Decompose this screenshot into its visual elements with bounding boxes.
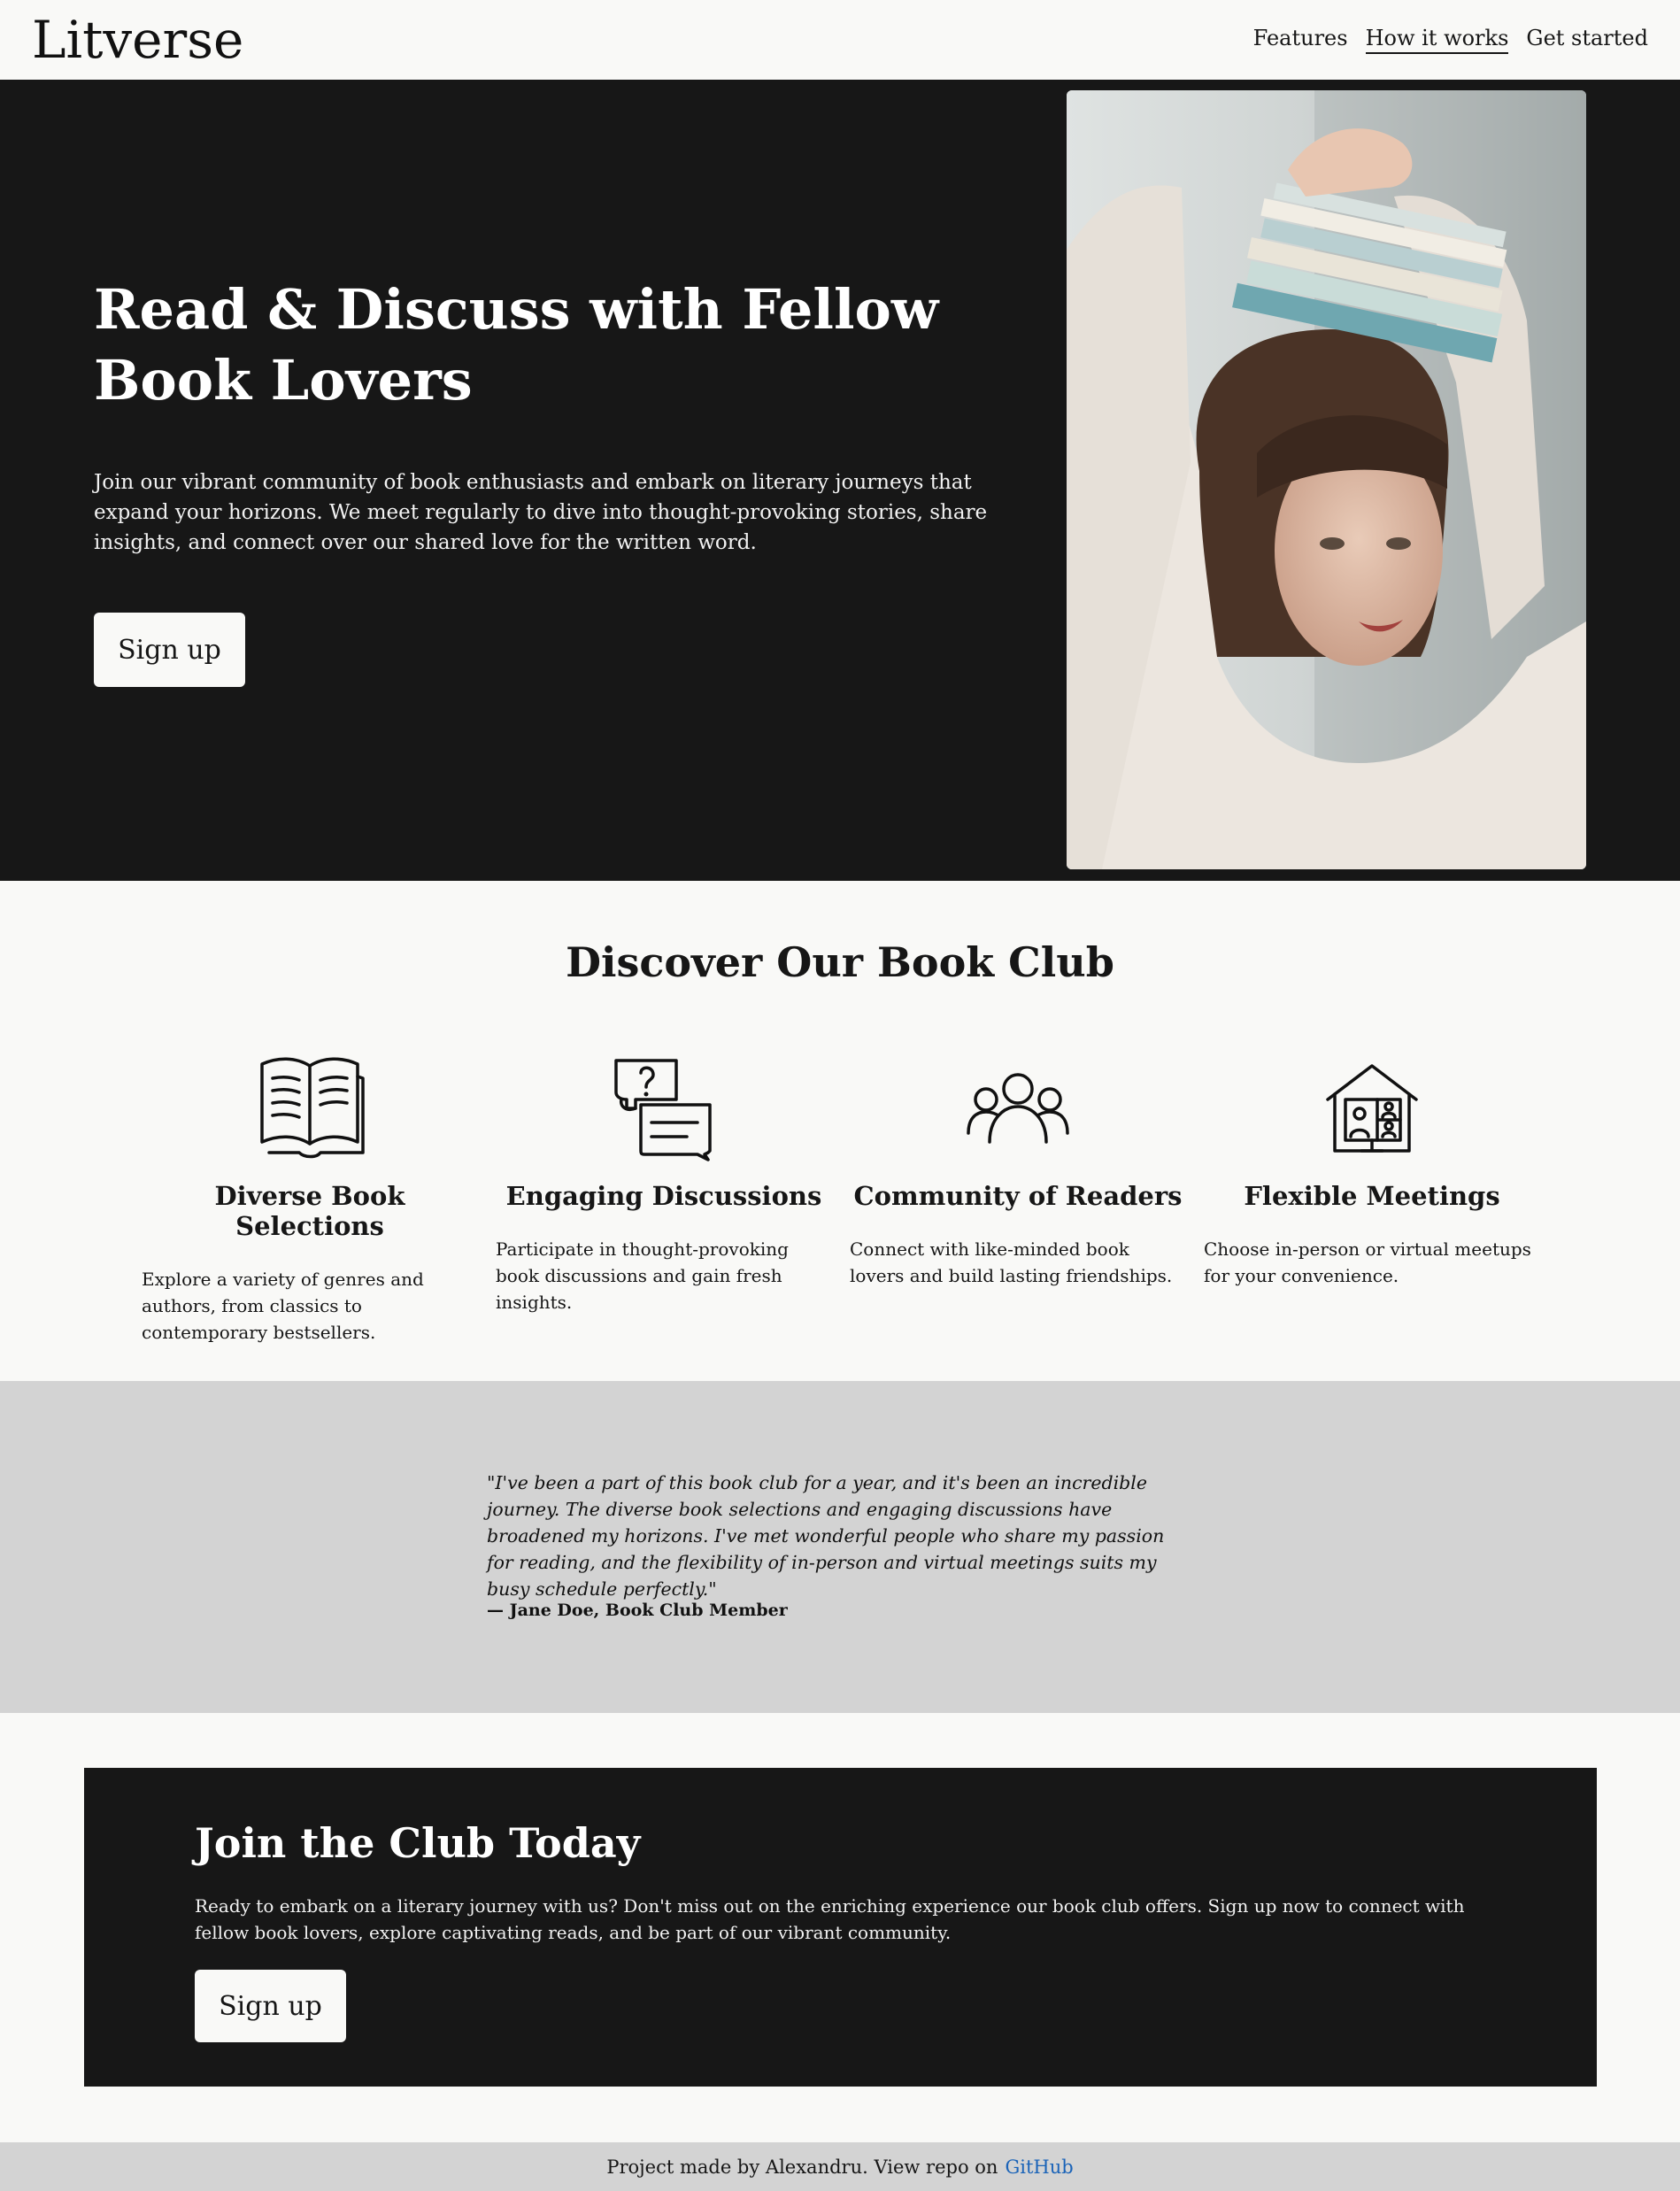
hero-photo [1067, 90, 1586, 869]
footer: Project made by Alexandru. View repo on … [0, 2142, 1680, 2191]
join-club-section: Join the Club Today Ready to embark on a… [84, 1768, 1597, 2087]
feature-text: Explore a variety of genres and authors,… [142, 1269, 424, 1343]
feature-text: Choose in-person or virtual meetups for … [1204, 1238, 1531, 1286]
feature-title: Engaging Discussions [505, 1181, 822, 1211]
feature-community: Community of Readers Connect with like-m… [850, 1053, 1186, 1289]
feature-text: Participate in thought-provoking book di… [496, 1238, 789, 1313]
hero-signup-button[interactable]: Sign up [94, 613, 245, 687]
testimonial-quote: "I've been a part of this book club for … [487, 1472, 1165, 1600]
people-group-icon [967, 1073, 1069, 1144]
features-title: Discover Our Book Club [566, 938, 1114, 986]
woman-balancing-books-photo [1067, 90, 1586, 869]
feature-title: Community of Readers [853, 1181, 1183, 1211]
feature-diverse-books: Diverse Book Selections Explore a variet… [142, 1053, 478, 1346]
feature-title: Diverse Book Selections [214, 1181, 405, 1241]
nav-link-features[interactable]: Features [1253, 26, 1348, 54]
hero-description: Join our vibrant community of book enthu… [94, 471, 988, 554]
testimonial-section: "I've been a part of this book club for … [0, 1381, 1680, 1713]
cta-description: Ready to embark on a literary journey wi… [195, 1895, 1465, 1943]
hero-title: Read & Discuss with Fellow Book Lovers [94, 277, 939, 413]
home-video-call-icon [1326, 1064, 1418, 1153]
feature-title: Flexible Meetings [1244, 1181, 1500, 1211]
top-navbar: Litverse Features How it works Get start… [0, 0, 1680, 80]
cta-title: Join the Club Today [195, 1819, 641, 1867]
cta-signup-button[interactable]: Sign up [195, 1970, 346, 2042]
chat-question-icon [614, 1059, 712, 1161]
feature-flexible-meetings: Flexible Meetings Choose in-person or vi… [1204, 1053, 1540, 1289]
footer-text: Project made by Alexandru. View repo on [606, 2156, 998, 2178]
github-link[interactable]: GitHub [1005, 2156, 1073, 2178]
feature-engaging-discussions: Engaging Discussions Participate in thou… [496, 1053, 832, 1315]
testimonial-author: — Jane Doe, Book Club Member [487, 1601, 788, 1620]
nav-link-get-started[interactable]: Get started [1526, 26, 1648, 54]
feature-text: Connect with like-minded book lovers and… [850, 1238, 1173, 1286]
open-book-icon [260, 1057, 365, 1159]
brand-logo[interactable]: Litverse [32, 10, 243, 70]
hero-section: Read & Discuss with Fellow Book Lovers J… [0, 80, 1680, 881]
nav-links: Features How it works Get started [1253, 26, 1648, 54]
nav-link-how-it-works[interactable]: How it works [1365, 26, 1509, 54]
